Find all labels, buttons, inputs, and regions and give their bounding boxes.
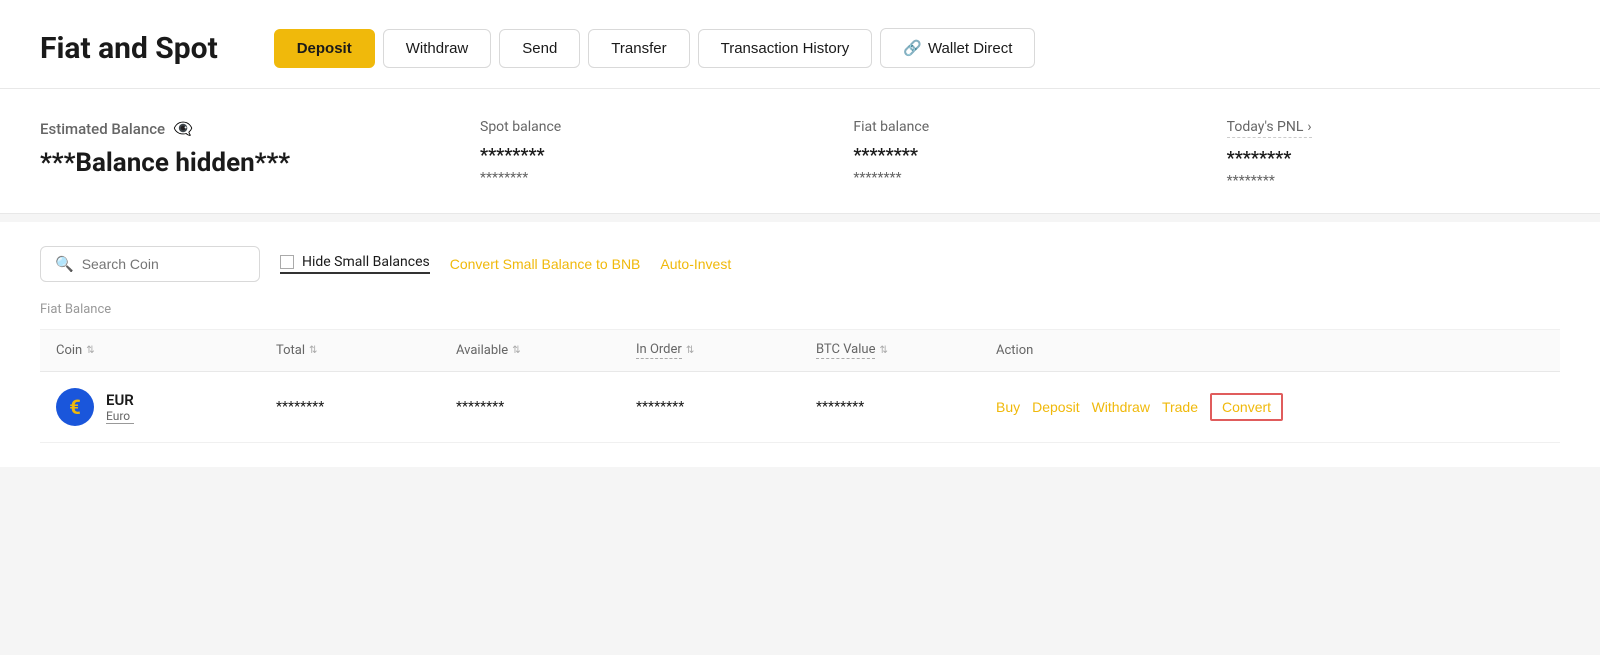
coin-fullname: Euro xyxy=(106,409,134,424)
buy-action-button[interactable]: Buy xyxy=(996,399,1020,415)
sort-available-icon[interactable]: ⇅ xyxy=(512,345,520,356)
fiat-balance-secondary: ******** xyxy=(853,170,1186,186)
fiat-balance-section-label: Fiat Balance xyxy=(40,302,1560,317)
trade-action-button[interactable]: Trade xyxy=(1162,399,1198,415)
nav-wallet-direct[interactable]: 🔗 Wallet Direct xyxy=(880,28,1035,68)
header: Fiat and Spot Deposit Withdraw Send Tran… xyxy=(0,0,1600,89)
convert-action-button[interactable]: Convert xyxy=(1210,393,1283,421)
coin-info: EUR Euro xyxy=(106,391,134,424)
spot-balance-secondary: ******** xyxy=(480,170,813,186)
th-in-order: In Order ⇅ xyxy=(636,342,816,359)
search-box: 🔍 xyxy=(40,246,260,282)
balance-hidden-text: ***Balance hidden*** xyxy=(40,148,440,178)
table-header: Coin ⇅ Total ⇅ Available ⇅ In Order ⇅ BT… xyxy=(40,330,1560,372)
estimated-label: Estimated Balance 👁‍🗨 xyxy=(40,119,440,138)
coin-symbol: EUR xyxy=(106,391,134,409)
spot-balance-label: Spot balance xyxy=(480,119,813,135)
pnl-label: Today's PNL › xyxy=(1227,119,1312,138)
nav-transaction-history[interactable]: Transaction History xyxy=(698,29,873,68)
fiat-balance-col: Fiat balance ******** ******** xyxy=(813,119,1186,189)
th-action: Action xyxy=(996,342,1544,359)
page-title: Fiat and Spot xyxy=(40,31,218,66)
nav-deposit[interactable]: Deposit xyxy=(274,29,375,68)
sort-in-order-icon[interactable]: ⇅ xyxy=(686,345,694,356)
balance-columns: Spot balance ******** ******** Fiat bala… xyxy=(440,119,1560,189)
th-coin: Coin ⇅ xyxy=(56,342,276,359)
fiat-balance-primary: ******** xyxy=(853,145,1186,166)
filters-row: 🔍 Hide Small Balances Convert Small Bala… xyxy=(40,246,1560,282)
hide-small-balances-label[interactable]: Hide Small Balances xyxy=(280,254,430,274)
pnl-secondary: ******** xyxy=(1227,173,1560,189)
sort-btc-value-icon[interactable]: ⇅ xyxy=(879,345,887,356)
balance-left: Estimated Balance 👁‍🗨 ***Balance hidden*… xyxy=(40,119,440,178)
total-cell: ******** xyxy=(276,399,456,415)
th-total: Total ⇅ xyxy=(276,342,456,359)
balance-section: Estimated Balance 👁‍🗨 ***Balance hidden*… xyxy=(0,89,1600,214)
btc-value-cell: ******** xyxy=(816,399,996,415)
sort-total-icon[interactable]: ⇅ xyxy=(309,345,317,356)
sort-coin-icon[interactable]: ⇅ xyxy=(86,345,94,356)
pnl-primary: ******** xyxy=(1227,148,1560,169)
coin-cell: € EUR Euro xyxy=(56,388,276,426)
action-cell: Buy Deposit Withdraw Trade Convert xyxy=(996,393,1544,421)
convert-small-balance-button[interactable]: Convert Small Balance to BNB xyxy=(450,256,641,272)
hide-small-balances-checkbox[interactable] xyxy=(280,255,294,269)
spot-balance-primary: ******** xyxy=(480,145,813,166)
auto-invest-button[interactable]: Auto-Invest xyxy=(660,256,731,272)
nav-send[interactable]: Send xyxy=(499,29,580,68)
th-btc-value: BTC Value ⇅ xyxy=(816,342,996,359)
eur-coin-icon: € xyxy=(56,388,94,426)
in-order-cell: ******** xyxy=(636,399,816,415)
spot-balance-col: Spot balance ******** ******** xyxy=(440,119,813,189)
pnl-col: Today's PNL › ******** ******** xyxy=(1187,119,1560,189)
withdraw-action-button[interactable]: Withdraw xyxy=(1092,399,1150,415)
main-content: 🔍 Hide Small Balances Convert Small Bala… xyxy=(0,222,1600,467)
nav-withdraw[interactable]: Withdraw xyxy=(383,29,492,68)
hide-balance-icon[interactable]: 👁‍🗨 xyxy=(173,119,193,138)
fiat-balance-label: Fiat balance xyxy=(853,119,1186,135)
deposit-action-button[interactable]: Deposit xyxy=(1032,399,1079,415)
coin-table: Coin ⇅ Total ⇅ Available ⇅ In Order ⇅ BT… xyxy=(40,329,1560,443)
available-cell: ******** xyxy=(456,399,636,415)
page-container: Fiat and Spot Deposit Withdraw Send Tran… xyxy=(0,0,1600,655)
nav-transfer[interactable]: Transfer xyxy=(588,29,689,68)
search-input[interactable] xyxy=(82,256,245,272)
search-icon: 🔍 xyxy=(55,255,74,273)
link-icon: 🔗 xyxy=(903,39,922,57)
balance-row: Estimated Balance 👁‍🗨 ***Balance hidden*… xyxy=(40,119,1560,189)
chevron-right-icon[interactable]: › xyxy=(1307,119,1311,135)
nav-buttons: Deposit Withdraw Send Transfer Transacti… xyxy=(274,28,1036,68)
table-row: € EUR Euro ******** ******** ******** **… xyxy=(40,372,1560,443)
th-available: Available ⇅ xyxy=(456,342,636,359)
